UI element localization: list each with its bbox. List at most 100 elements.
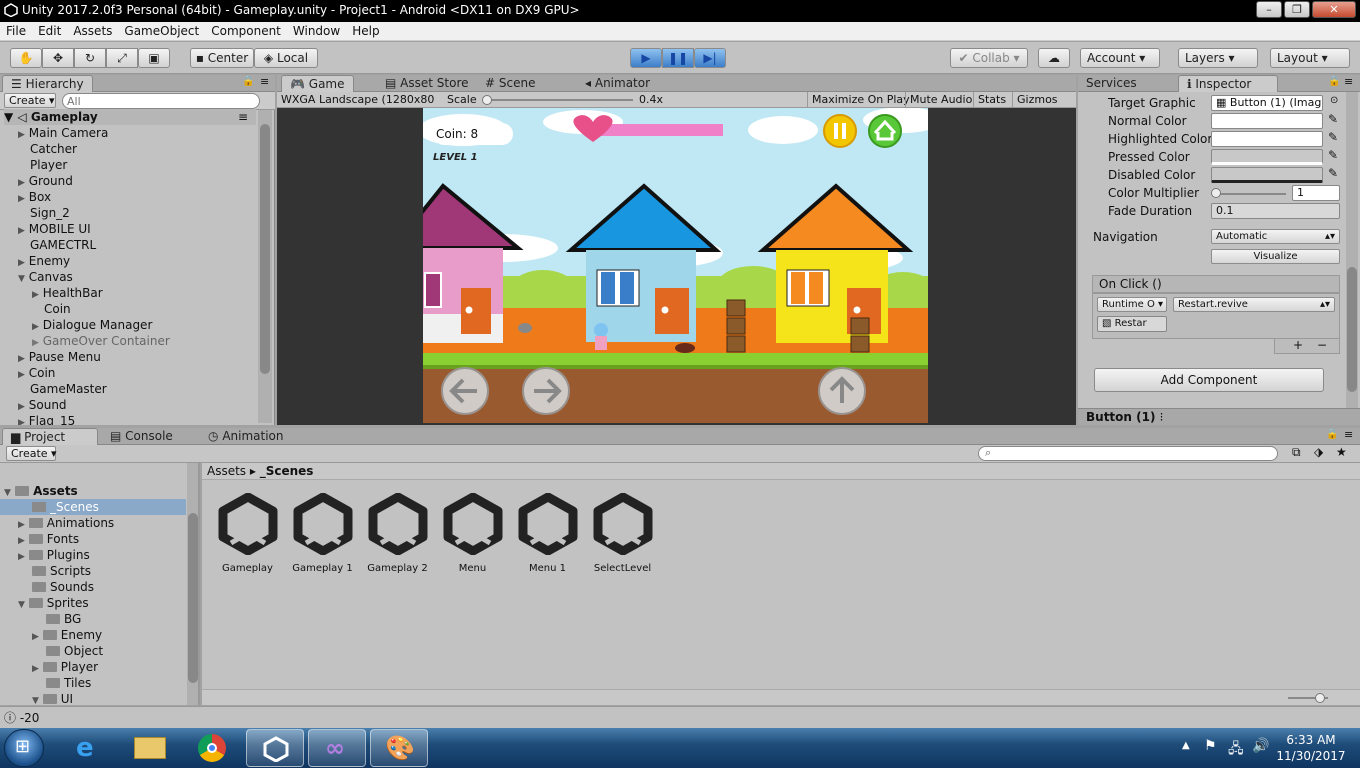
close-button[interactable]: ✕ bbox=[1312, 1, 1356, 18]
tree-scenes[interactable]: _Scenes bbox=[0, 499, 186, 515]
hierarchy-item[interactable]: GAMECTRL bbox=[30, 237, 96, 253]
status-bar[interactable]: ⓘ -20 bbox=[0, 706, 1360, 728]
disabled-color-swatch[interactable] bbox=[1211, 167, 1323, 183]
label-icon[interactable]: ⬗ bbox=[1314, 445, 1323, 459]
taskbar-ie[interactable]: e bbox=[60, 729, 118, 767]
expand-icon[interactable]: ▶ bbox=[18, 536, 25, 546]
hierarchy-item[interactable]: Catcher bbox=[30, 141, 77, 157]
menu-help[interactable]: Help bbox=[346, 22, 385, 38]
scale-slider[interactable] bbox=[483, 99, 633, 101]
tree-ui[interactable]: ▼ UI bbox=[32, 691, 73, 705]
collapse-icon[interactable]: ▼ bbox=[18, 274, 25, 284]
step-button[interactable]: ▶| bbox=[694, 48, 726, 68]
expand-icon[interactable]: ▶ bbox=[18, 226, 25, 236]
restore-button[interactable]: ❐ bbox=[1284, 1, 1310, 18]
visualize-button[interactable]: Visualize bbox=[1211, 249, 1340, 264]
favorite-star-icon[interactable]: ★ bbox=[1336, 445, 1347, 459]
hierarchy-item[interactable]: ▶ MOBILE UI bbox=[18, 221, 91, 237]
target-graphic-field[interactable]: ▦ Button (1) (Imag bbox=[1211, 95, 1323, 111]
scene-asset[interactable]: Gameplay 2 bbox=[360, 493, 435, 574]
remove-item-icon[interactable]: − bbox=[1317, 339, 1327, 352]
menu-file[interactable]: File bbox=[0, 22, 32, 38]
tree-enemy[interactable]: ▶ Enemy bbox=[32, 627, 102, 643]
start-button[interactable]: ⊞ bbox=[4, 729, 44, 767]
normal-color-swatch[interactable] bbox=[1211, 113, 1323, 129]
move-tool-button[interactable]: ✥ bbox=[42, 48, 74, 68]
taskbar-paint[interactable]: 🎨 bbox=[370, 729, 428, 767]
hierarchy-item[interactable]: ▶ HealthBar bbox=[32, 285, 103, 301]
color-multiplier-handle[interactable] bbox=[1211, 188, 1221, 198]
hierarchy-item[interactable]: ▶ Ground bbox=[18, 173, 73, 189]
taskbar-explorer[interactable] bbox=[122, 729, 180, 767]
menu-edit[interactable]: Edit bbox=[32, 22, 67, 38]
expand-icon[interactable]: ▶ bbox=[18, 354, 25, 364]
jump-button[interactable] bbox=[816, 368, 868, 418]
color-multiplier-input[interactable]: 1 bbox=[1292, 185, 1340, 201]
gizmos-dropdown[interactable]: Gizmos bbox=[1012, 92, 1062, 108]
preview-bar[interactable]: Button (1) ⁝ bbox=[1078, 408, 1360, 425]
expand-icon[interactable]: ▶ bbox=[18, 178, 25, 188]
mute-audio-toggle[interactable]: Mute Audio bbox=[905, 92, 976, 108]
collapse-icon[interactable]: ▼ bbox=[18, 600, 25, 610]
tab-project[interactable]: ▆ Project bbox=[2, 428, 98, 445]
hierarchy-item[interactable]: GameMaster bbox=[30, 381, 107, 397]
scene-asset[interactable]: Gameplay 1 bbox=[285, 493, 360, 574]
tree-tiles[interactable]: Tiles bbox=[46, 675, 91, 691]
expand-icon[interactable]: ▶ bbox=[32, 632, 39, 642]
add-component-button[interactable]: Add Component bbox=[1094, 368, 1324, 392]
eyedropper-icon[interactable]: ✎ bbox=[1328, 112, 1338, 126]
menu-component[interactable]: Component bbox=[205, 22, 287, 38]
taskbar-chrome[interactable] bbox=[184, 729, 242, 767]
pause-game-button[interactable] bbox=[823, 114, 857, 148]
scene-asset[interactable]: Menu bbox=[435, 493, 510, 574]
eyedropper-icon[interactable]: ✎ bbox=[1328, 166, 1338, 180]
tab-animator[interactable]: ◂ Animator bbox=[577, 75, 658, 92]
rotate-tool-button[interactable]: ↻ bbox=[74, 48, 106, 68]
stats-toggle[interactable]: Stats bbox=[973, 92, 1010, 108]
expand-icon[interactable]: ▶ bbox=[18, 402, 25, 412]
hierarchy-item[interactable]: ▶ Pause Menu bbox=[18, 349, 101, 365]
eyedropper-icon[interactable]: ✎ bbox=[1328, 148, 1338, 162]
hierarchy-item[interactable]: ▶ Enemy bbox=[18, 253, 70, 269]
tree-plugins[interactable]: ▶ Plugins bbox=[18, 547, 90, 563]
menu-gameobject[interactable]: GameObject bbox=[118, 22, 205, 38]
hierarchy-item[interactable]: ▶ Dialogue Manager bbox=[32, 317, 152, 333]
tree-sounds[interactable]: Sounds bbox=[32, 579, 94, 595]
scene-menu-icon[interactable]: ≡ bbox=[238, 109, 248, 125]
expand-icon[interactable]: ▶ bbox=[32, 290, 39, 300]
hierarchy-item[interactable]: ▼ Canvas bbox=[18, 269, 73, 285]
function-dropdown[interactable]: Restart.revive ▴▾ bbox=[1173, 297, 1335, 312]
expand-icon[interactable]: ▶ bbox=[18, 418, 25, 425]
panel-menu-icon[interactable]: ≡ bbox=[1344, 75, 1353, 88]
tree-scripts[interactable]: Scripts bbox=[32, 563, 91, 579]
breadcrumb-assets[interactable]: Assets bbox=[207, 464, 246, 478]
clock[interactable]: 6:33 AM 11/30/2017 bbox=[1276, 732, 1346, 764]
menu-assets[interactable]: Assets bbox=[67, 22, 118, 38]
object-field[interactable]: ▧ Restar bbox=[1097, 316, 1167, 332]
lock-icon[interactable]: 🔒 bbox=[242, 76, 254, 87]
collapse-icon[interactable]: ▼ bbox=[4, 488, 11, 498]
filter-type-icon[interactable]: ⧉ bbox=[1292, 445, 1301, 460]
tree-bg[interactable]: BG bbox=[46, 611, 81, 627]
tab-asset-store[interactable]: ▤ Asset Store bbox=[377, 75, 477, 92]
add-item-icon[interactable]: + bbox=[1293, 339, 1303, 352]
tree-animations[interactable]: ▶ Animations bbox=[18, 515, 114, 531]
tree-fonts[interactable]: ▶ Fonts bbox=[18, 531, 79, 547]
hand-tool-button[interactable]: ✋ bbox=[10, 48, 42, 68]
lock-icon[interactable]: 🔒 bbox=[1326, 429, 1338, 440]
hierarchy-item[interactable]: Sign_2 bbox=[30, 205, 70, 221]
show-hidden-icons[interactable]: ▲ bbox=[1182, 740, 1190, 751]
lock-icon[interactable]: 🔒 bbox=[1328, 76, 1340, 87]
scene-asset[interactable]: Gameplay bbox=[210, 493, 285, 574]
tab-game[interactable]: 🎮 Game bbox=[281, 75, 354, 92]
tab-animation[interactable]: ◷ Animation bbox=[200, 428, 292, 445]
project-tree-scrollbar[interactable] bbox=[187, 463, 198, 705]
highlighted-color-swatch[interactable] bbox=[1211, 131, 1323, 147]
hierarchy-item[interactable]: ▶ Sound bbox=[18, 397, 67, 413]
left-arrow-button[interactable] bbox=[439, 368, 491, 418]
hierarchy-item[interactable]: Coin bbox=[44, 301, 71, 317]
scene-asset[interactable]: SelectLevel bbox=[585, 493, 660, 574]
minimize-button[interactable]: – bbox=[1256, 1, 1282, 18]
tab-scene[interactable]: # Scene bbox=[477, 75, 543, 92]
taskbar-visual-studio[interactable]: ∞ bbox=[308, 729, 366, 767]
